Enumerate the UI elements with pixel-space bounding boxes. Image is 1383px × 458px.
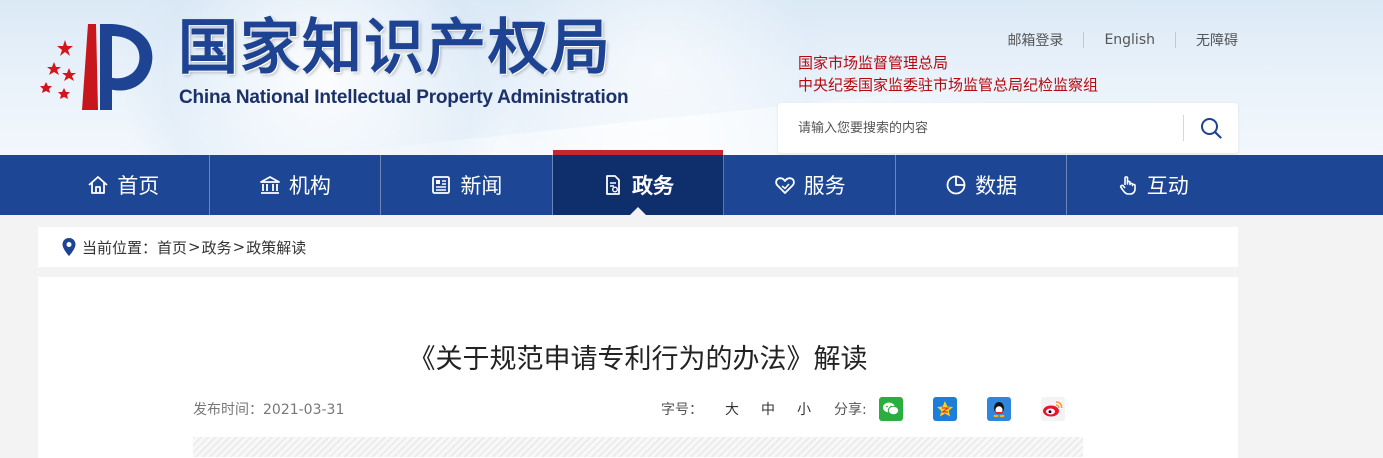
font-size-large-button[interactable]: 大: [725, 399, 739, 419]
main-nav-items: 首页 机构 新闻 政务 服务 数据 互动: [38, 150, 1238, 215]
cnipa-emblem-icon[interactable]: [38, 20, 160, 112]
publish-info: 发布时间：2021-03-31: [193, 399, 344, 419]
top-links-divider: [1083, 32, 1085, 48]
site-header: 国家知识产权局 China National Intellectual Prop…: [0, 0, 1383, 155]
site-logo-english[interactable]: China National Intellectual Property Adm…: [179, 87, 629, 109]
publish-date: 2021-03-31: [263, 402, 345, 418]
search-input[interactable]: [778, 103, 1183, 153]
nav-item-label: 数据: [975, 174, 1018, 198]
breadcrumb-home-link[interactable]: 首页: [157, 237, 187, 258]
main-nav: 首页 机构 新闻 政务 服务 数据 互动: [0, 150, 1383, 215]
pointer-hand-icon: [1117, 174, 1139, 196]
nav-item-data[interactable]: 数据: [896, 155, 1068, 215]
nav-item-label: 新闻: [460, 174, 503, 198]
english-link[interactable]: English: [1104, 32, 1155, 48]
accessibility-link[interactable]: 无障碍: [1196, 30, 1238, 50]
heart-hand-icon: [774, 174, 796, 196]
org-links: 国家市场监督管理总局 中央纪委国家监委驻市场监管总局纪检监察组: [798, 52, 1098, 96]
search-button[interactable]: [1184, 103, 1238, 153]
nav-item-label: 首页: [117, 174, 160, 198]
mail-login-link[interactable]: 邮箱登录: [1007, 30, 1063, 50]
qzone-icon[interactable]: [932, 397, 957, 421]
font-size-label: 字号：: [661, 402, 703, 418]
search-icon: [1201, 118, 1222, 139]
pie-chart-icon: [945, 174, 967, 196]
publish-label: 发布时间：: [193, 402, 263, 418]
weibo-icon[interactable]: [1040, 397, 1065, 421]
breadcrumb-separator: >: [232, 238, 246, 256]
nav-item-home[interactable]: 首页: [38, 155, 210, 215]
font-size-control: 字号： 大 中 小: [661, 399, 811, 419]
font-size-medium-button[interactable]: 中: [761, 399, 775, 419]
breadcrumb-prefix: 当前位置：: [82, 238, 158, 257]
site-logo-chinese[interactable]: 国家知识产权局: [178, 14, 612, 82]
top-links-divider: [1175, 32, 1176, 48]
nav-item-news[interactable]: 新闻: [381, 155, 553, 215]
nav-item-interaction[interactable]: 互动: [1067, 155, 1238, 215]
breadcrumb: 当前位置： 首页 > 政务 > 政策解读: [38, 227, 1238, 267]
nav-item-label: 机构: [288, 174, 331, 198]
nav-item-label: 互动: [1146, 174, 1189, 198]
qq-icon[interactable]: [986, 397, 1011, 421]
search-box: [778, 103, 1238, 153]
share-bar: 分享:: [834, 397, 1095, 421]
nav-item-label: 政务: [632, 174, 675, 198]
font-size-small-button[interactable]: 小: [797, 399, 811, 419]
breadcrumb-separator: >: [188, 238, 201, 256]
nav-item-government-affairs[interactable]: 政务: [552, 150, 725, 215]
top-links: 邮箱登录 English 无障碍: [1007, 30, 1238, 50]
home-icon: [87, 174, 109, 196]
nav-item-label: 服务: [803, 174, 846, 198]
newspaper-icon: [430, 174, 452, 196]
document-icon: [602, 174, 624, 196]
samr-link[interactable]: 国家市场监督管理总局: [798, 52, 1098, 74]
wechat-icon[interactable]: [878, 397, 903, 421]
nav-item-service[interactable]: 服务: [724, 155, 896, 215]
nav-item-institution[interactable]: 机构: [210, 155, 382, 215]
institution-icon: [259, 174, 281, 196]
share-label: 分享:: [834, 402, 867, 418]
location-pin-icon: [62, 238, 76, 256]
breadcrumb-policy-link[interactable]: 政策解读: [246, 237, 306, 258]
article-title: 《关于规范申请专利行为的办法》解读: [408, 344, 868, 375]
breadcrumb-affairs-link[interactable]: 政务: [202, 237, 232, 258]
article-divider: [193, 437, 1083, 457]
discipline-inspection-link[interactable]: 中央纪委国家监委驻市场监管总局纪检监察组: [798, 74, 1098, 96]
article-panel: 《关于规范申请专利行为的办法》解读 发布时间：2021-03-31 字号： 大 …: [38, 277, 1238, 458]
